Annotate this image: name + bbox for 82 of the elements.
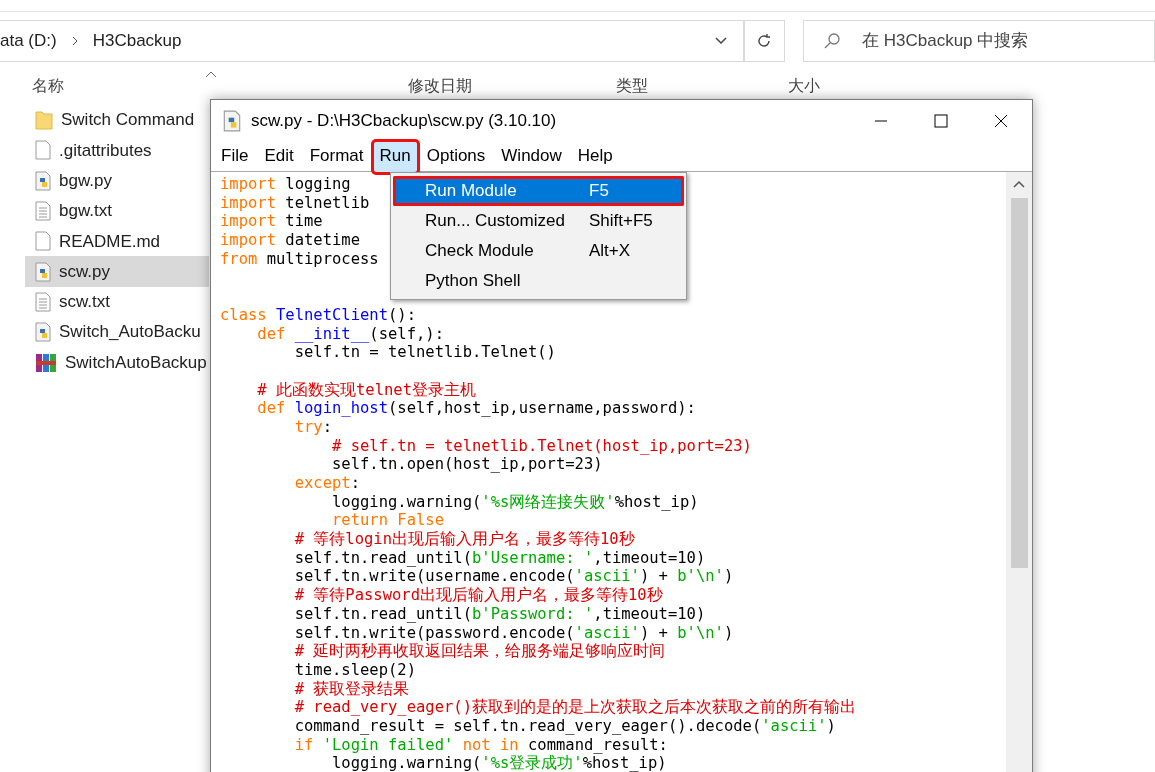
code-line: self.tn.read_until(b'Username: ',timeout=10)	[293, 548, 706, 568]
code-line: import telnetlib	[220, 193, 370, 213]
file-name: scw.py	[59, 260, 111, 283]
address-bar[interactable]: ata (D:) H3Cbackup	[0, 20, 745, 62]
code-line: self.tn.write(username.encode('ascii') + b'\n')	[293, 567, 734, 586]
breadcrumb-item[interactable]: H3Cbackup	[92, 28, 182, 54]
code-line: self.tn.read_until(b'Password: ',timeout=10)	[293, 604, 706, 624]
file-name: Switch Command	[61, 109, 195, 132]
file-name: Switch_AutoBacku	[59, 321, 201, 344]
file-name: .gitattributes	[59, 139, 152, 162]
scroll-up-icon[interactable]	[1013, 180, 1025, 188]
file-row[interactable]: scw.py	[25, 256, 209, 287]
close-icon[interactable]	[994, 114, 1008, 128]
menu-item[interactable]: File	[215, 141, 255, 172]
code-line: logging.warning('%s登录成功'%host_ip)	[330, 754, 667, 772]
code-line: logging.warning('%s网络连接失败'%host_ip)	[330, 492, 699, 512]
code-line: # 此函数实现telnet登录主机	[256, 380, 476, 400]
code-line: import datetime	[220, 231, 360, 250]
column-header[interactable]: 名称	[0, 66, 398, 98]
file-name: scw.txt	[59, 291, 110, 314]
file-row[interactable]: Switch Command	[25, 105, 209, 136]
column-header[interactable]: 大小	[780, 66, 880, 98]
code-line: def __init__(self,):	[256, 324, 444, 344]
code-line: self.tn = telnetlib.Telnet()	[293, 343, 556, 362]
scroll-thumb[interactable]	[1010, 198, 1028, 568]
maximize-icon[interactable]	[934, 114, 948, 128]
code-line: try:	[293, 417, 332, 437]
code-line: # 获取登录结果	[293, 679, 410, 699]
file-row[interactable]: bgw.py	[25, 165, 209, 196]
file-row[interactable]: .gitattributes	[25, 135, 209, 166]
file-row[interactable]: SwitchAutoBackup	[25, 347, 209, 378]
scrollbar[interactable]	[1006, 172, 1032, 772]
file-name: bgw.py	[59, 170, 112, 192]
file-name: bgw.txt	[59, 200, 112, 223]
code-line: # 等待login出现后输入用户名，最多等待10秒	[293, 530, 635, 549]
column-header[interactable]: 修改日期	[398, 66, 608, 98]
file-row[interactable]: Switch_AutoBacku	[25, 317, 209, 348]
code-line: self.tn.open(host_ip,port=23)	[330, 455, 603, 474]
code-line: from multiprocess	[220, 249, 379, 269]
code-line: except:	[293, 474, 360, 493]
code-line: import logging	[220, 175, 351, 194]
search-icon	[823, 32, 841, 50]
code-line: # read_very_eager()获取到的是的是上次获取之后本次获取之前的所有输出	[293, 698, 856, 717]
code-line: time.sleep(2)	[293, 660, 416, 680]
file-name: SwitchAutoBackup	[65, 351, 207, 374]
file-row[interactable]: bgw.txt	[25, 195, 209, 227]
menu-item[interactable]: Format	[303, 141, 370, 172]
menu-item[interactable]: Window	[495, 141, 568, 172]
dropdown-item[interactable]: Check Module Alt+X	[393, 236, 684, 266]
code-line: # 延时两秒再收取返回结果，给服务端足够响应时间	[293, 642, 666, 661]
search-field[interactable]: 在 H3Cbackup 中搜索	[803, 20, 1155, 62]
dropdown-item[interactable]: Run... Customized Shift+F5	[393, 206, 684, 236]
file-name: README.md	[59, 230, 161, 253]
code-line: if 'Login failed' not in command_result:	[293, 735, 668, 755]
dropdown-icon[interactable]	[714, 36, 728, 46]
file-row[interactable]: scw.txt	[25, 286, 209, 318]
menu-item[interactable]: Run	[373, 141, 417, 172]
dropdown-item[interactable]: Run Module F5	[393, 176, 684, 206]
code-line: # self.tn = telnetlib.Telnet(host_ip,port=23)	[330, 436, 752, 456]
code-line: command_result = self.tn.read_very_eager().decode('ascii')	[293, 716, 836, 736]
chevron-right-icon	[70, 36, 79, 46]
column-header[interactable]: 类型	[608, 66, 780, 98]
refresh-icon	[756, 33, 772, 49]
refresh-button[interactable]	[743, 20, 785, 62]
sort-caret-icon[interactable]	[205, 70, 217, 78]
code-line: return False	[330, 511, 444, 531]
code-line: # 等待Password出现后输入用户名，最多等待10秒	[293, 586, 663, 605]
code-line: def login_host(self,host_ip,username,password):	[256, 399, 696, 418]
code-line: self.tn.write(password.encode('ascii') + b'\n')	[293, 623, 734, 642]
code-line: class TelnetClient():	[220, 305, 416, 325]
python-file-icon	[35, 261, 51, 282]
python-file-icon	[223, 110, 241, 132]
menu-item[interactable]: Edit	[258, 141, 300, 172]
python-file-icon	[35, 322, 51, 343]
python-file-icon	[35, 170, 51, 191]
file-row[interactable]: README.md	[25, 226, 209, 257]
window-title: scw.py - D:\H3Cbackup\scw.py (3.10.10)	[251, 110, 557, 133]
code-line: import time	[220, 212, 323, 232]
menu-item[interactable]: Help	[571, 141, 619, 172]
breadcrumb-item[interactable]: ata (D:)	[0, 28, 57, 54]
menu-item[interactable]: Options	[420, 141, 492, 172]
dropdown-item[interactable]: Python Shell	[393, 266, 684, 296]
